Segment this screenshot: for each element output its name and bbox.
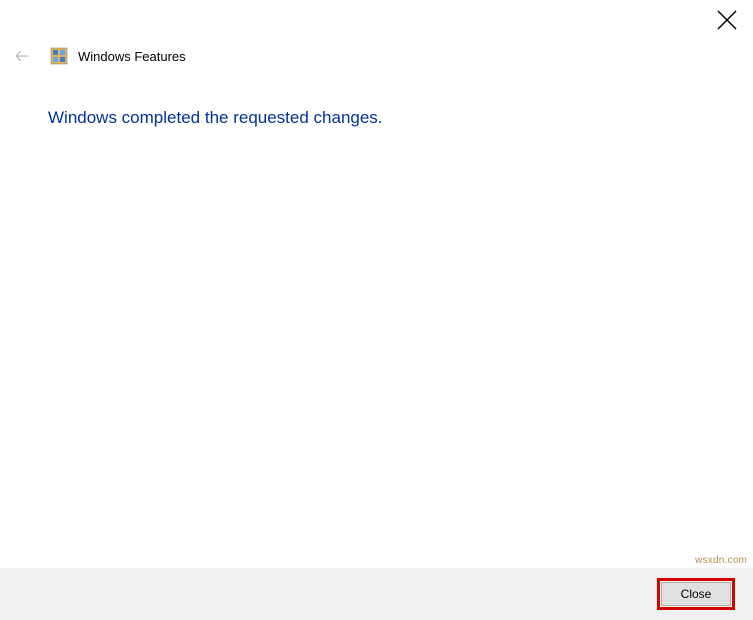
close-button-highlight: Close xyxy=(657,578,735,610)
watermark: wsxdn.com xyxy=(695,555,747,566)
status-message: Windows completed the requested changes. xyxy=(48,108,383,128)
back-arrow-icon xyxy=(10,44,34,68)
window-title: Windows Features xyxy=(78,49,186,64)
header: Windows Features xyxy=(10,44,186,68)
footer: Close xyxy=(0,568,753,620)
windows-features-icon xyxy=(50,47,68,65)
close-button[interactable]: Close xyxy=(661,582,731,606)
window-close-button[interactable] xyxy=(715,8,739,32)
